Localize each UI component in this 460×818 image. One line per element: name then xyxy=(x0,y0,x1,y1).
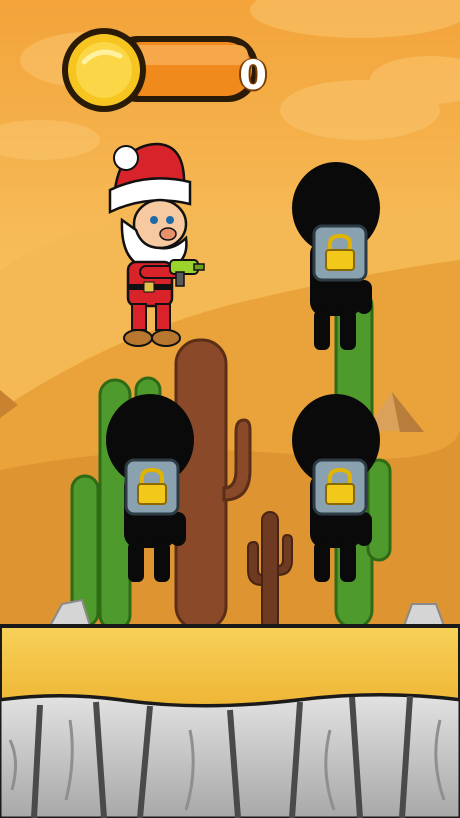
game-background xyxy=(0,0,460,818)
locked-character-slot-2[interactable] xyxy=(104,392,196,588)
rock-cliff xyxy=(0,693,460,818)
locked-character-slot-3[interactable] xyxy=(290,392,382,588)
coin-count: 0 xyxy=(239,53,267,99)
coin-counter-panel: 0 xyxy=(60,22,267,118)
padlock-icon xyxy=(124,458,180,516)
rock-right xyxy=(402,603,446,627)
gold-coin-icon xyxy=(62,28,146,112)
padlock-icon xyxy=(312,458,368,516)
locked-character-slot-1[interactable] xyxy=(290,160,382,356)
santa-character[interactable] xyxy=(100,138,206,350)
padlock-icon xyxy=(312,224,368,282)
